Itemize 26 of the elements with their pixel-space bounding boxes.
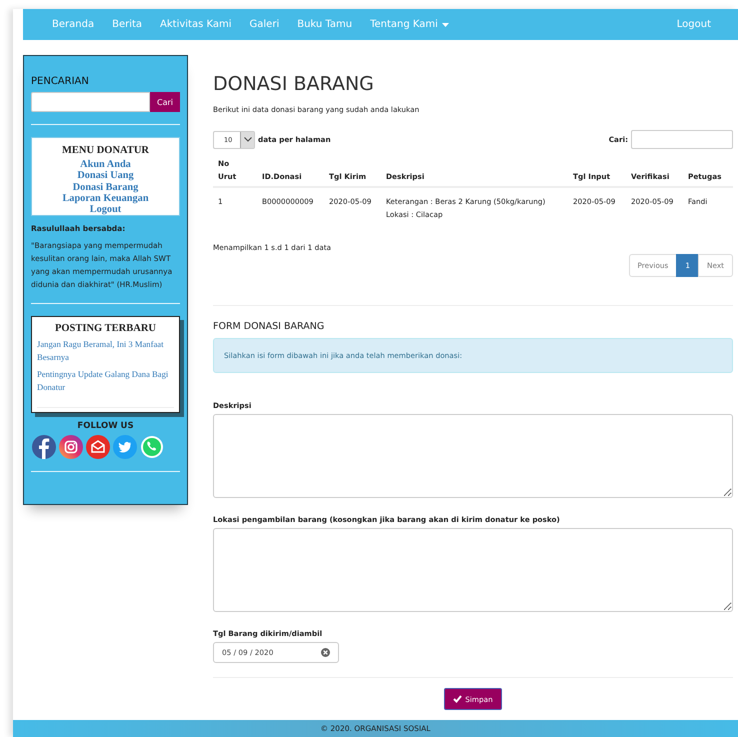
search-button[interactable]: Cari [150,92,180,112]
email-icon[interactable] [86,435,110,460]
instagram-icon[interactable] [59,435,83,460]
twitter-icon[interactable] [113,435,137,460]
check-icon [453,695,462,703]
menu-title: MENU DONATUR [62,145,149,156]
post-link[interactable]: Jangan Ragu Beramal, Ini 3 Manfaat Besarnya [37,338,174,364]
follow-title: FOLLOW US [76,421,135,432]
form-title: FORM DONASI BARANG [213,321,326,332]
post-link[interactable]: Pentingnya Update Galang Dana Bagi Donatur [37,368,174,394]
menu-link[interactable]: Laporan Keuangan [62,192,149,204]
location-field[interactable] [213,528,733,612]
search-title: PENCARIAN [31,76,90,87]
posts-title: POSTING TERBARU [54,323,158,334]
menu-link[interactable]: Donasi Barang [72,182,138,193]
menu-link[interactable]: Donasi Uang [77,170,134,182]
whatsapp-icon[interactable] [140,435,164,460]
search-field[interactable] [31,92,150,112]
menu-link[interactable]: Akun Anda [80,159,131,170]
facebook-icon[interactable] [32,435,56,460]
page-title: DONASI BARANG [213,73,375,95]
clear-icon[interactable] [321,648,330,657]
description-field[interactable] [213,414,733,498]
chevron-icon [244,137,252,142]
menu-link[interactable]: Logout [90,204,122,216]
table-search-field[interactable] [631,130,733,149]
